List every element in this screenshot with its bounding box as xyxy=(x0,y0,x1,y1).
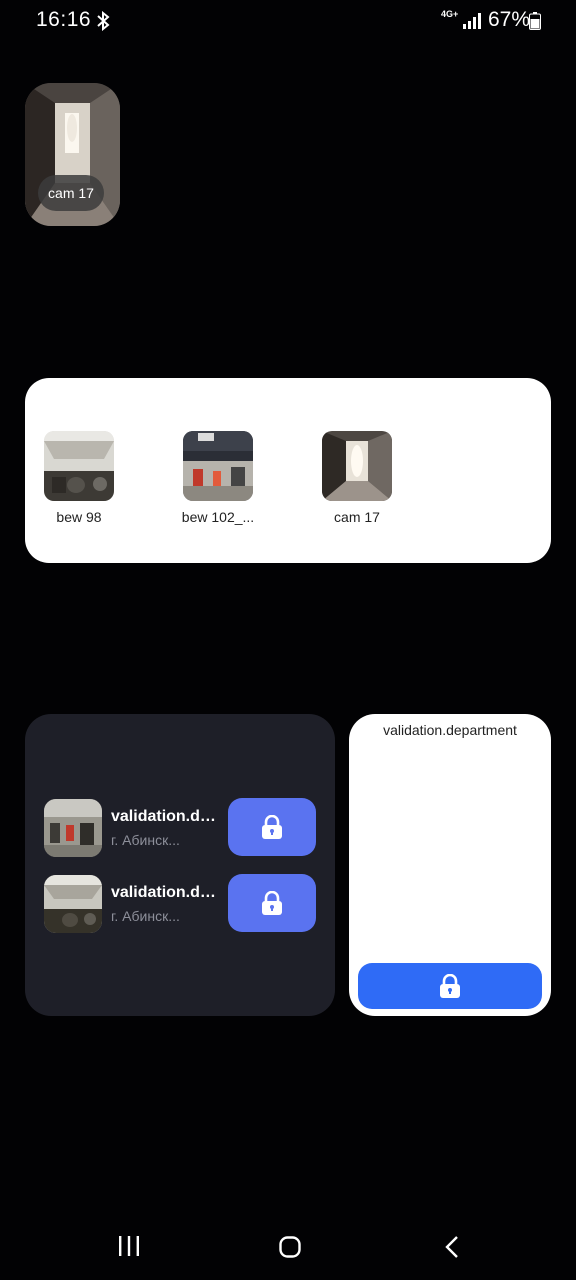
camera-thumbnail xyxy=(44,431,114,501)
bluetooth-icon xyxy=(97,11,110,31)
lock-thumbnail xyxy=(44,799,102,857)
unlock-button[interactable] xyxy=(228,798,316,856)
lock-row[interactable]: validation.de... г. Абинск... xyxy=(44,798,334,858)
recent-apps-icon[interactable] xyxy=(118,1236,140,1256)
network-type: 4G+ xyxy=(441,9,459,19)
battery-icon xyxy=(529,12,541,30)
locks-widget: validation.de... г. Абинск... validation… xyxy=(25,714,335,1016)
camera-list-widget: bew 98 bew 102_... cam 17 xyxy=(25,378,551,563)
battery-level: 67% xyxy=(488,8,531,31)
camera-tile[interactable]: bew 102_... xyxy=(168,431,268,525)
camera-tile[interactable]: bew 98 xyxy=(29,431,129,525)
lock-icon xyxy=(440,974,460,998)
unlock-button[interactable] xyxy=(358,963,542,1009)
back-icon[interactable] xyxy=(444,1235,460,1259)
lock-address: г. Абинск... xyxy=(111,908,180,924)
lock-icon xyxy=(262,815,282,839)
status-time: 16:16 xyxy=(36,8,92,31)
lock-name: validation.de... xyxy=(111,808,219,825)
lock-icon xyxy=(262,891,282,915)
unlock-button[interactable] xyxy=(228,874,316,932)
signal-icon xyxy=(463,13,481,29)
camera-tile-label: bew 102_... xyxy=(181,509,255,525)
single-lock-title: validation.department xyxy=(383,722,517,738)
cam-preview-label: cam 17 xyxy=(38,175,104,211)
single-lock-widget: validation.department xyxy=(349,714,551,1016)
camera-tile-label: cam 17 xyxy=(334,509,380,525)
camera-thumbnail xyxy=(183,431,253,501)
camera-thumbnail xyxy=(322,431,392,501)
camera-tile[interactable]: cam 17 xyxy=(307,431,407,525)
lock-name: validation.de... xyxy=(111,884,219,901)
cam-preview-widget[interactable]: cam 17 xyxy=(25,83,120,226)
camera-tile-label: bew 98 xyxy=(56,509,102,525)
lock-thumbnail xyxy=(44,875,102,933)
lock-address: г. Абинск... xyxy=(111,832,180,848)
home-icon[interactable] xyxy=(279,1236,301,1258)
lock-row[interactable]: validation.de... г. Абинск... xyxy=(44,874,334,934)
